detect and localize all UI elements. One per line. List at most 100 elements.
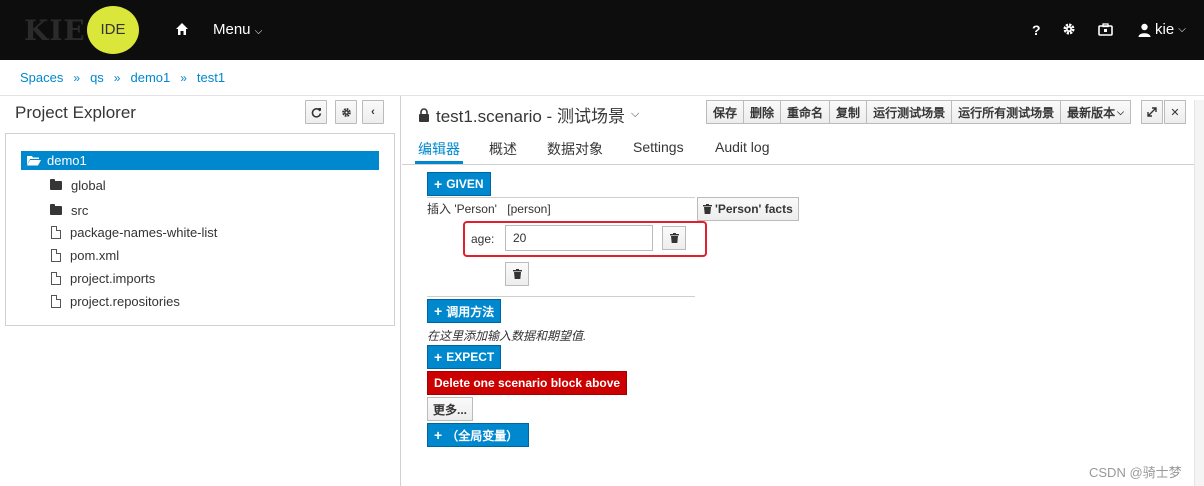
- trash-icon: [703, 204, 712, 214]
- latest-version-label: 最新版本: [1067, 105, 1116, 120]
- close-icon: ✕: [1170, 106, 1180, 119]
- call-method-button[interactable]: + 调用方法: [427, 299, 502, 323]
- tree-file-item[interactable]: project.imports: [51, 271, 155, 286]
- expect-button[interactable]: + EXPECT: [427, 345, 502, 369]
- chevron-left-icon: ‹: [371, 106, 375, 118]
- breadcrumb-separator-icon: »: [180, 70, 187, 85]
- gear-icon[interactable]: [1062, 22, 1076, 36]
- maximize-button[interactable]: [1141, 100, 1163, 124]
- folder-open-icon: [27, 156, 41, 166]
- kie-logo[interactable]: KIE: [24, 14, 86, 47]
- collapse-panel-button[interactable]: ‹: [362, 100, 384, 124]
- expect-label: EXPECT: [446, 350, 495, 364]
- breadcrumb-separator-icon: »: [73, 70, 81, 85]
- divider: [427, 296, 695, 297]
- trash-icon: [512, 269, 522, 279]
- insert-fact-variable: [person]: [507, 202, 551, 216]
- field-label: age:: [471, 232, 495, 246]
- call-method-label: 调用方法: [446, 304, 495, 319]
- editor-title-text: test1.scenario - 测试场景: [436, 107, 625, 126]
- tree-folder-item[interactable]: global: [50, 178, 106, 193]
- folder-icon: [50, 204, 62, 215]
- refresh-button[interactable]: [305, 100, 327, 124]
- editor-tabs: 编辑器 概述 数据对象 Settings Audit log: [402, 130, 1204, 165]
- close-button[interactable]: ✕: [1164, 100, 1186, 124]
- chevron-down-icon: ⌵: [1178, 24, 1186, 35]
- delete-field-button[interactable]: [662, 226, 686, 250]
- run-scenario-button[interactable]: 运行测试场景: [866, 100, 953, 124]
- copy-button[interactable]: 复制: [829, 100, 868, 124]
- tree-root-label: demo1: [47, 153, 87, 168]
- refresh-icon: [311, 107, 321, 118]
- file-icon: [51, 226, 61, 239]
- tab-editor[interactable]: 编辑器: [418, 139, 460, 159]
- delete-fact-button[interactable]: [505, 262, 529, 286]
- plus-icon: +: [434, 303, 443, 319]
- rename-button[interactable]: 重命名: [780, 100, 831, 124]
- more-button[interactable]: 更多...: [427, 397, 474, 421]
- breadcrumb-asset[interactable]: test1: [197, 70, 225, 85]
- given-button[interactable]: + GIVEN: [427, 172, 491, 196]
- editor-title[interactable]: test1.scenario - 测试场景 ⌵: [418, 102, 639, 127]
- top-navbar: KIE IDE Menu ⌵ ? kie ⌵: [0, 0, 1204, 60]
- trash-icon: [669, 233, 679, 243]
- hint-text: 在这里添加输入数据和期望值.: [427, 329, 587, 343]
- tree-item-label: src: [71, 203, 89, 218]
- tree-folder-item[interactable]: src: [50, 203, 88, 218]
- settings-button[interactable]: [335, 100, 357, 124]
- globals-label: （全局变量）: [446, 428, 519, 443]
- expand-icon: [1147, 107, 1157, 117]
- help-button[interactable]: ?: [1032, 22, 1041, 38]
- plus-icon: +: [434, 176, 443, 192]
- tree-item-label: project.imports: [70, 271, 156, 286]
- tab-data-objects[interactable]: 数据对象: [547, 139, 603, 159]
- editor-toolbar: 保存 删除 重命名 复制 运行测试场景 运行所有测试场景 最新版本 ⌵: [706, 100, 1131, 124]
- tree-item-label: project.repositories: [70, 294, 180, 309]
- plus-icon: +: [434, 427, 443, 443]
- user-menu[interactable]: kie ⌵: [1138, 21, 1186, 38]
- scrollbar[interactable]: [1194, 100, 1204, 486]
- tree-file-item[interactable]: pom.xml: [51, 248, 119, 263]
- gear-icon: [341, 107, 351, 117]
- divider: [427, 197, 695, 198]
- file-icon: [51, 272, 61, 285]
- ide-logo-badge[interactable]: IDE: [87, 6, 139, 54]
- tab-overview[interactable]: 概述: [489, 139, 517, 159]
- user-name: kie: [1155, 21, 1175, 38]
- project-explorer-panel: Project Explorer ‹ demo1 global src pack…: [0, 96, 401, 486]
- tab-audit-log[interactable]: Audit log: [715, 139, 769, 155]
- delete-person-facts-label: 'Person' facts: [715, 202, 793, 216]
- run-all-scenarios-button[interactable]: 运行所有测试场景: [951, 100, 1062, 124]
- save-button[interactable]: 保存: [706, 100, 745, 124]
- delete-scenario-block-button[interactable]: Delete one scenario block above: [427, 371, 628, 395]
- tree-item-label: pom.xml: [70, 248, 120, 263]
- chevron-down-icon: ⌵: [254, 26, 263, 37]
- tree-item-label: global: [71, 178, 106, 193]
- insert-fact-label: 插入 'Person' [person]: [427, 200, 551, 217]
- home-icon[interactable]: [175, 22, 189, 36]
- given-label: GIVEN: [446, 177, 484, 191]
- delete-person-facts-button[interactable]: 'Person' facts: [697, 197, 799, 221]
- file-icon: [51, 295, 61, 308]
- breadcrumb-space[interactable]: qs: [90, 70, 104, 85]
- latest-version-dropdown[interactable]: 最新版本 ⌵: [1060, 100, 1131, 124]
- menu-dropdown[interactable]: Menu ⌵: [213, 21, 262, 38]
- active-tab-indicator: [415, 161, 463, 164]
- breadcrumb: Spaces » qs » demo1 » test1: [0, 60, 1204, 96]
- tree-root-item[interactable]: demo1: [21, 151, 379, 170]
- tab-settings[interactable]: Settings: [633, 139, 684, 155]
- tree-item-label: package-names-white-list: [70, 225, 218, 240]
- folder-icon: [50, 179, 62, 190]
- panel-title: Project Explorer: [15, 103, 136, 122]
- delete-button[interactable]: 删除: [743, 100, 782, 124]
- breadcrumb-spaces[interactable]: Spaces: [20, 70, 63, 85]
- breadcrumb-project[interactable]: demo1: [130, 70, 170, 85]
- tree-file-item[interactable]: package-names-white-list: [51, 225, 217, 240]
- briefcase-icon[interactable]: [1098, 23, 1113, 36]
- user-icon: [1138, 23, 1151, 37]
- lock-icon: [419, 107, 429, 122]
- tree-file-item[interactable]: project.repositories: [51, 294, 180, 309]
- globals-button[interactable]: + （全局变量）: [427, 423, 530, 447]
- watermark: CSDN @骑士梦: [1089, 465, 1182, 480]
- age-input[interactable]: 20: [505, 225, 653, 251]
